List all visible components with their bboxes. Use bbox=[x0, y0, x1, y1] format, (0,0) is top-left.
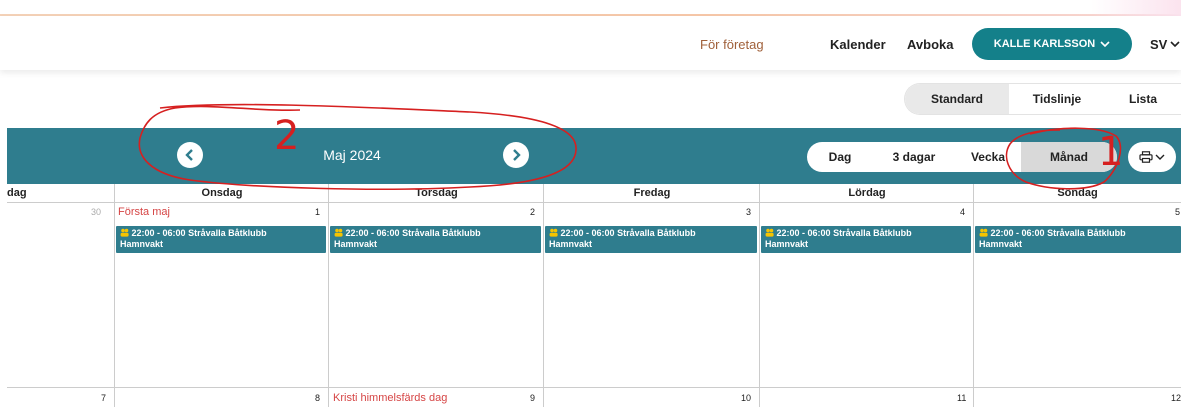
day-cell-number[interactable]: 4 bbox=[960, 207, 965, 217]
column-divider bbox=[973, 184, 974, 407]
event-time: 22:00 - 06:00 bbox=[345, 228, 400, 238]
weekday-header: Lördag bbox=[848, 187, 886, 199]
calendar-event[interactable]: 22:00 - 06:00 Stråvalla Båtklubb Hamnvak… bbox=[761, 226, 971, 253]
chevron-right-icon bbox=[513, 149, 521, 161]
weekday-header: dag bbox=[7, 187, 27, 199]
day-cell-number[interactable]: 9 bbox=[530, 393, 535, 403]
holiday-label: Första maj bbox=[118, 206, 170, 218]
event-title: Stråvalla Båtklubb bbox=[833, 228, 912, 238]
printer-icon bbox=[1139, 151, 1153, 163]
chevron-left-icon bbox=[185, 149, 193, 161]
day-cell-number[interactable]: 30 bbox=[91, 207, 101, 217]
week-divider bbox=[7, 387, 1181, 388]
event-subtitle: Hamnvakt bbox=[549, 239, 593, 249]
next-month-button[interactable] bbox=[503, 142, 529, 168]
day-cell-number[interactable]: 2 bbox=[530, 207, 535, 217]
event-title: Stråvalla Båtklubb bbox=[1047, 228, 1126, 238]
event-subtitle: Hamnvakt bbox=[765, 239, 809, 249]
event-time: 22:00 - 06:00 bbox=[560, 228, 615, 238]
range-week-button[interactable]: Vecka bbox=[955, 142, 1021, 172]
weekday-header: Onsdag bbox=[201, 187, 243, 199]
chevron-down-icon bbox=[1155, 154, 1165, 160]
event-time-title: 22:00 - 06:00 Stråvalla Båtklubb bbox=[765, 228, 967, 239]
event-subtitle: Hamnvakt bbox=[979, 239, 1023, 249]
annotation-number-1: 1 bbox=[1098, 129, 1124, 175]
calendar-event[interactable]: 22:00 - 06:00 Stråvalla Båtklubb Hamnvak… bbox=[330, 226, 541, 253]
nav-calendar[interactable]: Kalender bbox=[830, 37, 886, 52]
column-divider bbox=[328, 184, 329, 407]
chevron-down-icon bbox=[1170, 41, 1180, 48]
event-title: Stråvalla Båtklubb bbox=[402, 228, 481, 238]
view-timeline-button[interactable]: Tidslinje bbox=[1009, 84, 1105, 114]
language-selector[interactable]: SV bbox=[1150, 37, 1180, 52]
language-label: SV bbox=[1150, 37, 1168, 52]
day-cell-number[interactable]: 3 bbox=[746, 207, 751, 217]
month-grid: dag Onsdag Torsdag Fredag Lördag Söndag … bbox=[7, 184, 1181, 407]
event-time: 22:00 - 06:00 bbox=[131, 228, 186, 238]
calendar-event[interactable]: 22:00 - 06:00 Stråvalla Båtklubb Hamnvak… bbox=[975, 226, 1181, 253]
day-cell-number[interactable]: 11 bbox=[957, 393, 966, 403]
event-time-title: 22:00 - 06:00 Stråvalla Båtklubb bbox=[120, 228, 322, 239]
weekday-header: Torsdag bbox=[415, 187, 458, 199]
day-cell-number[interactable]: 1 bbox=[315, 207, 320, 217]
event-time: 22:00 - 06:00 bbox=[776, 228, 831, 238]
nav-cancel-booking[interactable]: Avboka bbox=[907, 37, 953, 52]
people-icon bbox=[334, 228, 343, 237]
range-day-button[interactable]: Dag bbox=[807, 142, 873, 172]
annotation-number-2: 2 bbox=[274, 113, 300, 159]
event-time-title: 22:00 - 06:00 Stråvalla Båtklubb bbox=[549, 228, 753, 239]
user-name: KALLE KARLSSON bbox=[993, 38, 1096, 50]
column-divider bbox=[543, 184, 544, 407]
view-toggle: Standard Tidslinje Lista bbox=[904, 83, 1181, 115]
column-divider bbox=[759, 184, 760, 407]
weekday-header-row: dag Onsdag Torsdag Fredag Lördag Söndag bbox=[7, 184, 1181, 203]
day-cell-number[interactable]: 5 bbox=[1175, 207, 1180, 217]
people-icon bbox=[120, 228, 129, 237]
day-cell-number[interactable]: 7 bbox=[101, 393, 106, 403]
event-time-title: 22:00 - 06:00 Stråvalla Båtklubb bbox=[334, 228, 537, 239]
event-time-title: 22:00 - 06:00 Stråvalla Båtklubb bbox=[979, 228, 1177, 239]
weekday-header: Fredag bbox=[633, 187, 671, 199]
calendar-event[interactable]: 22:00 - 06:00 Stråvalla Båtklubb Hamnvak… bbox=[545, 226, 757, 253]
view-list-button[interactable]: Lista bbox=[1105, 84, 1181, 114]
people-icon bbox=[979, 228, 988, 237]
people-icon bbox=[549, 228, 558, 237]
event-subtitle: Hamnvakt bbox=[120, 239, 164, 249]
calendar-toolbar: Maj 2024 Dag 3 dagar Vecka Månad bbox=[7, 128, 1181, 184]
people-icon bbox=[765, 228, 774, 237]
day-cell-number[interactable]: 12 bbox=[1171, 393, 1181, 403]
range-3days-button[interactable]: 3 dagar bbox=[873, 142, 955, 172]
weekday-header: Söndag bbox=[1057, 187, 1098, 199]
column-divider bbox=[114, 184, 115, 407]
event-subtitle: Hamnvakt bbox=[334, 239, 378, 249]
holiday-label: Kristi himmelsfärds dag bbox=[333, 392, 448, 404]
current-month-title: Maj 2024 bbox=[323, 147, 381, 163]
view-standard-button[interactable]: Standard bbox=[905, 84, 1009, 114]
event-time: 22:00 - 06:00 bbox=[990, 228, 1045, 238]
event-title: Stråvalla Båtklubb bbox=[188, 228, 267, 238]
chevron-down-icon bbox=[1100, 40, 1110, 47]
previous-month-button[interactable] bbox=[177, 142, 203, 168]
event-title: Stråvalla Båtklubb bbox=[617, 228, 696, 238]
calendar-event[interactable]: 22:00 - 06:00 Stråvalla Båtklubb Hamnvak… bbox=[116, 226, 326, 253]
user-menu-button[interactable]: KALLE KARLSSON bbox=[972, 28, 1132, 60]
print-button[interactable] bbox=[1128, 142, 1176, 172]
day-cell-number[interactable]: 8 bbox=[315, 393, 320, 403]
top-header: För företag Kalender Avboka KALLE KARLSS… bbox=[0, 16, 1181, 70]
day-cell-number[interactable]: 10 bbox=[741, 393, 751, 403]
nav-for-company[interactable]: För företag bbox=[700, 37, 764, 52]
range-selector: Dag 3 dagar Vecka Månad bbox=[807, 142, 1117, 172]
